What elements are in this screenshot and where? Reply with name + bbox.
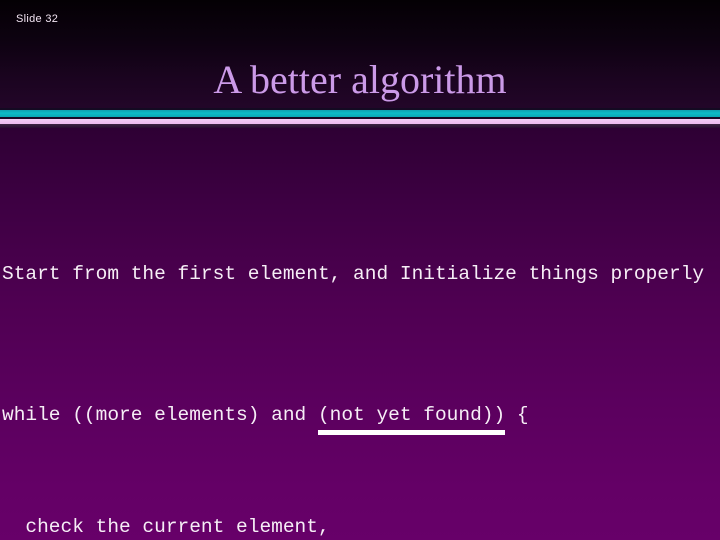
slide-number-label: Slide 32 [16, 13, 59, 25]
slide-canvas: Slide 32 A better algorithm Start from t… [0, 0, 720, 540]
pseudocode-line-start: Start from the first element, and Initia… [2, 260, 720, 288]
pseudocode-line-start-text: Start from the first element, and Initia… [2, 263, 705, 285]
pseudocode-line-while: while ((more elements) and (not yet foun… [2, 401, 720, 435]
divider-band-teal [0, 110, 720, 117]
algorithm-pseudocode-block: Start from the first element, and Initia… [2, 176, 720, 540]
title-divider [0, 108, 720, 128]
page-title: A better algorithm [213, 57, 507, 102]
pseudocode-line-check-text: check the current element, [2, 516, 330, 538]
pseudocode-while-suffix: { [505, 404, 529, 426]
divider-band-dark-bottom [0, 124, 720, 128]
pseudocode-line-check: check the current element, [2, 513, 720, 540]
pseudocode-while-prefix: while ((more elements) and [2, 404, 318, 426]
pseudocode-while-condition-emphasis: (not yet found)) [317, 401, 506, 435]
